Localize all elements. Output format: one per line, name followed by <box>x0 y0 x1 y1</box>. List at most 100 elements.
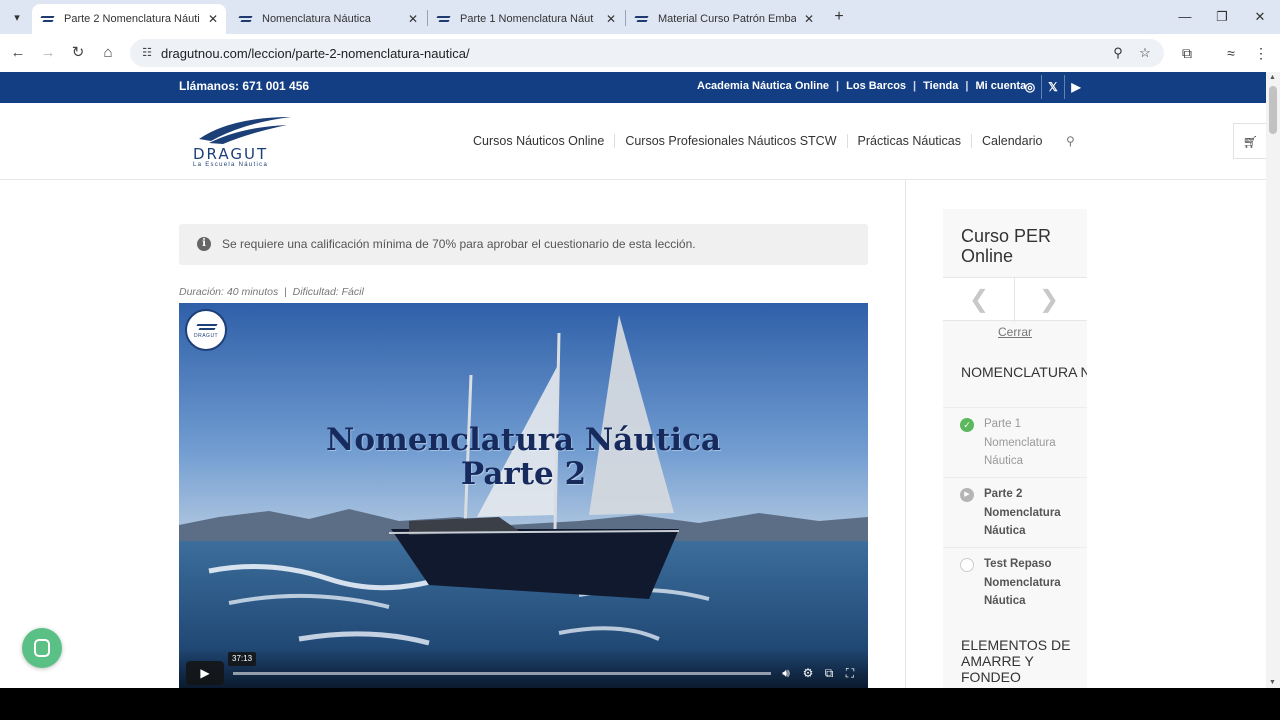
restore-button[interactable]: ❐ <box>1211 6 1233 28</box>
scrollbar-thumb[interactable] <box>1269 86 1277 134</box>
video-logo-text: DRAGUT <box>194 333 219 339</box>
nav-separator <box>846 134 848 148</box>
video-title-overlay: Nomenclatura Náutica Parte 2 <box>179 423 868 491</box>
course-sidebar: Curso PER Online ❮ ❯ Cerrar NOMENCLATURA… <box>943 209 1087 688</box>
video-player[interactable]: DRAGUT Nomenclatura Náutica Parte 2 ▶ 37… <box>179 303 868 688</box>
tab-parte-1[interactable]: Parte 1 Nomenclatura Náutica ✕ <box>428 4 624 34</box>
logo-swoosh-icon <box>199 117 291 144</box>
tab-close-icon[interactable]: ✕ <box>208 12 218 26</box>
course-title[interactable]: Curso PER Online <box>961 226 1085 266</box>
search-icon[interactable]: ⚲ <box>1066 134 1075 148</box>
tab-search-button[interactable]: ▾ <box>6 6 28 28</box>
instagram-icon[interactable]: ◎ <box>1019 75 1041 99</box>
tab-parte-2[interactable]: Parte 2 Nomenclatura Náutica ✕ <box>32 4 226 34</box>
dragut-favicon-icon <box>634 14 650 24</box>
scroll-up-icon[interactable]: ▲ <box>1269 74 1276 81</box>
tab-close-icon[interactable]: ✕ <box>804 12 814 26</box>
lesson-item[interactable]: ✓ Parte 1 Nomenclatura Náutica <box>943 407 1087 477</box>
tab-close-icon[interactable]: ✕ <box>606 12 616 26</box>
lesson-item[interactable]: ▶ Parte 2 Nomenclatura Náutica <box>943 477 1087 547</box>
tab-title: Nomenclatura Náutica <box>262 13 371 25</box>
site-info-icon[interactable]: ☷ <box>139 45 155 61</box>
lesson-meta: Duración: 40 minutos | Dificultad: Fácil <box>179 286 364 298</box>
browser-toolbar: ← → ↻ ⌂ ☷ dragutnou.com/leccion/parte-2-… <box>0 34 1280 72</box>
next-lesson-icon[interactable]: ❯ <box>1029 284 1069 314</box>
notice-text: Se requiere una calificación mínima de 7… <box>222 237 696 251</box>
quiz-requirement-notice: i Se requiere una calificación mínima de… <box>179 224 868 265</box>
top-links: Academia Náutica Online | Los Barcos | T… <box>697 80 1026 92</box>
lesson-item[interactable]: Test Repaso Nomenclatura Náutica <box>943 547 1087 617</box>
link-tienda[interactable]: Tienda <box>923 80 958 92</box>
reload-button[interactable]: ↻ <box>67 42 89 64</box>
cart-icon[interactable]: 🛒︎ <box>1233 123 1266 159</box>
browser-window: ▾ Parte 2 Nomenclatura Náutica ✕ Nomencl… <box>0 0 1280 688</box>
phone-number[interactable]: Llámanos: 671 001 456 <box>179 79 309 93</box>
close-window-button[interactable]: ✕ <box>1249 6 1271 28</box>
profile-icon[interactable]: ≈ <box>1220 42 1242 64</box>
previous-lesson-icon[interactable]: ❮ <box>959 284 999 314</box>
nav-cursos-nauticos-online[interactable]: Cursos Náuticos Online <box>473 134 604 148</box>
dragut-favicon-icon <box>40 14 56 24</box>
nav-separator <box>614 134 616 148</box>
completed-check-icon: ✓ <box>960 418 974 432</box>
play-button[interactable]: ▶ <box>186 661 224 685</box>
extensions-icon[interactable]: ⧉ <box>1176 42 1198 64</box>
info-icon: i <box>197 237 211 251</box>
tab-nomenclatura[interactable]: Nomenclatura Náutica ✕ <box>230 4 426 34</box>
tab-title: Parte 1 Nomenclatura Náutica <box>460 13 594 25</box>
video-title-line2: Parte 2 <box>460 456 587 492</box>
section-title[interactable]: ELEMENTOS DE AMARRE Y FONDEO <box>961 637 1071 685</box>
video-controls: ▶ 37:13 🔊︎ ⚙ ⧉ ⛶ <box>179 648 868 688</box>
settings-gear-icon[interactable]: ⚙ <box>799 665 817 681</box>
address-bar[interactable]: ☷ dragutnou.com/leccion/parte-2-nomencla… <box>130 39 1164 67</box>
dragut-favicon-icon <box>238 14 254 24</box>
x-twitter-icon[interactable]: 𝕏 <box>1042 75 1064 99</box>
chat-widget-button[interactable] <box>22 628 62 668</box>
section-title[interactable]: NOMENCLATURA NÁUTICA <box>961 364 1087 380</box>
close-sidebar-link[interactable]: Cerrar <box>998 325 1032 339</box>
tab-strip: ▾ Parte 2 Nomenclatura Náutica ✕ Nomencl… <box>0 0 1280 34</box>
zoom-icon[interactable]: ⚲ <box>1110 45 1126 61</box>
video-title-line1: Nomenclatura Náutica <box>326 422 721 458</box>
sailboat-video-frame <box>179 303 868 688</box>
current-lesson-icon: ▶ <box>960 488 974 502</box>
content-divider <box>905 180 906 688</box>
volume-icon[interactable]: 🔊︎ <box>777 665 795 681</box>
nav-separator <box>971 134 973 148</box>
not-started-circle-icon <box>960 558 974 572</box>
black-bottom-bar <box>0 688 1280 720</box>
minimize-button[interactable]: — <box>1174 6 1196 28</box>
scroll-down-icon[interactable]: ▼ <box>1269 679 1276 686</box>
nav-calendario[interactable]: Calendario <box>982 134 1042 148</box>
tab-material-curso[interactable]: Material Curso Patrón Embarca ✕ <box>626 4 822 34</box>
dragut-logo[interactable]: DRAGUT La Escuela Náutica <box>191 113 295 169</box>
youtube-icon[interactable]: ▶ <box>1065 75 1087 99</box>
picture-in-picture-icon[interactable]: ⧉ <box>820 665 838 681</box>
main-navigation: Cursos Náuticos Online Cursos Profesiona… <box>473 134 1042 148</box>
tab-title: Parte 2 Nomenclatura Náutica <box>64 13 200 25</box>
nav-practicas-nauticas[interactable]: Prácticas Náuticas <box>858 134 962 148</box>
fullscreen-icon[interactable]: ⛶ <box>841 665 859 681</box>
back-button[interactable]: ← <box>7 42 29 64</box>
link-academia[interactable]: Academia Náutica Online <box>697 80 829 92</box>
lesson-title: Test Repaso Nomenclatura Náutica <box>984 558 1061 607</box>
logo-text: DRAGUT <box>193 145 269 163</box>
new-tab-button[interactable]: + <box>829 7 849 27</box>
forward-button[interactable]: → <box>37 42 59 64</box>
link-los-barcos[interactable]: Los Barcos <box>846 80 906 92</box>
bookmark-star-icon[interactable]: ☆ <box>1137 45 1153 61</box>
chat-icon <box>34 639 50 657</box>
video-progress-bar[interactable] <box>233 672 771 675</box>
browser-menu-icon[interactable]: ⋮ <box>1250 42 1272 64</box>
nav-cursos-profesionales[interactable]: Cursos Profesionales Náuticos STCW <box>625 134 836 148</box>
lesson-title: Parte 1 Nomenclatura Náutica <box>984 418 1056 467</box>
tab-close-icon[interactable]: ✕ <box>408 12 418 26</box>
video-channel-logo[interactable]: DRAGUT <box>185 309 227 351</box>
web-page: Llámanos: 671 001 456 Academia Náutica O… <box>0 72 1266 688</box>
home-button[interactable]: ⌂ <box>97 42 119 64</box>
top-info-bar: Llámanos: 671 001 456 Academia Náutica O… <box>0 72 1266 103</box>
site-header: DRAGUT La Escuela Náutica Cursos Náutico… <box>0 103 1266 180</box>
url-text: dragutnou.com/leccion/parte-2-nomenclatu… <box>161 46 470 61</box>
page-scrollbar[interactable]: ▲ ▼ <box>1266 72 1280 688</box>
separator: | <box>965 80 969 92</box>
